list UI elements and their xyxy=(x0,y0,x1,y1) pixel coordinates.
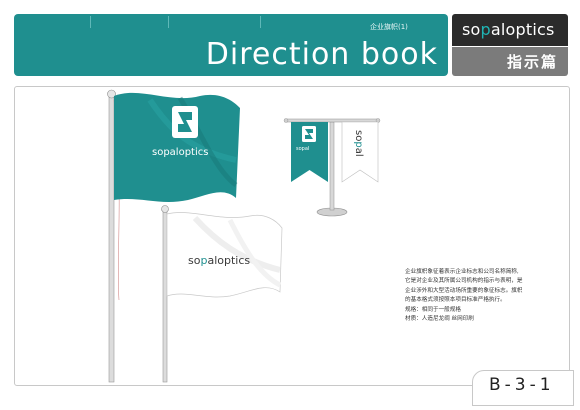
page-code-tab: B-3-1 xyxy=(472,370,574,406)
flag-logo-text: sopaloptics xyxy=(152,147,208,158)
description-line: 企业旗帜象征着表示企业标志和公司名称简称, xyxy=(405,269,519,275)
page-code: B-3-1 xyxy=(489,375,555,395)
flag-illustrations: sopaloptics sopaloptics sopal sopal xyxy=(107,89,381,383)
description-text: 企业旗帜象征着表示企业标志和公司名称简称, 它是对企业及其所属公司机构的指示与表… xyxy=(405,268,565,324)
teal-flag: sopaloptics xyxy=(114,92,240,202)
svg-text:sopaloptics: sopaloptics xyxy=(188,254,250,267)
svg-text:sopal: sopal xyxy=(353,130,364,157)
svg-text:sopal: sopal xyxy=(296,146,309,152)
description-line: 规格：相同于一般规格 xyxy=(405,306,461,313)
white-flag: sopaloptics xyxy=(166,212,283,298)
description-line: 企业涉外和大型活动场所重要的象征标志。旗帜 xyxy=(405,287,523,294)
description-line: 的基本格式须按照本项目标准严格执行。 xyxy=(405,297,506,304)
description-line: 材质：人造尼龙绸 丝网印刷 xyxy=(405,316,474,323)
description-line: 它是对企业及其所属公司机构的指示与表明，是 xyxy=(405,278,523,285)
desk-flag-stand: sopal sopal xyxy=(283,118,381,217)
